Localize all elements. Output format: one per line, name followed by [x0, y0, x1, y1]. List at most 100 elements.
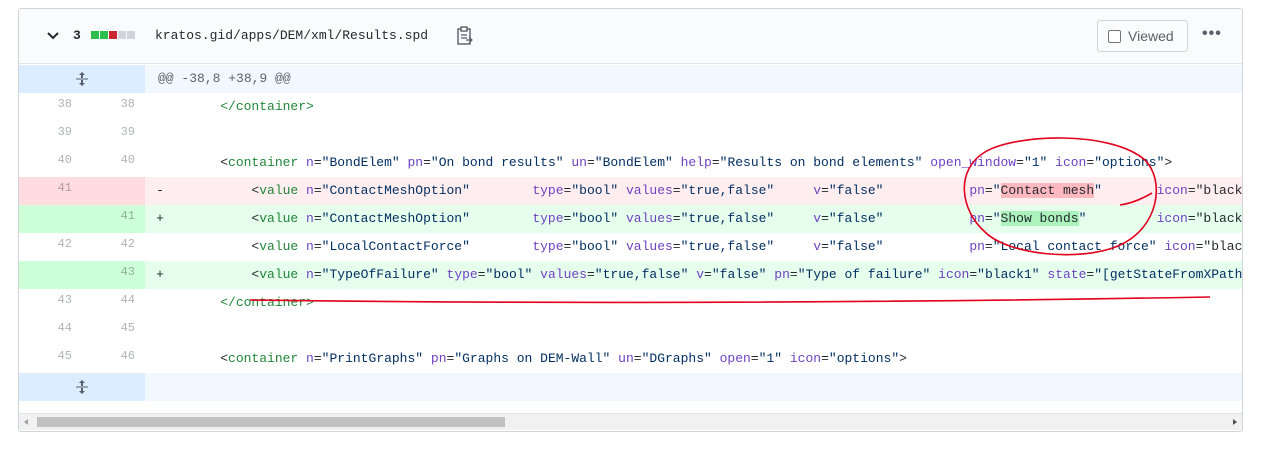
diff-sign: + [145, 205, 169, 233]
code-token: = [984, 239, 993, 254]
code-token: n [306, 155, 314, 170]
code-token: icon [1164, 239, 1196, 254]
code-token: pn [774, 267, 790, 282]
code-token: icon [1156, 211, 1188, 226]
new-line-number[interactable]: 43 [82, 261, 145, 289]
code-token: "options" [828, 351, 900, 366]
code-token: "1" [1023, 155, 1048, 170]
old-line-number[interactable] [19, 261, 82, 289]
code-token: icon [1055, 155, 1087, 170]
code-token: = [313, 267, 322, 282]
context-line-row: 43 44 </container> [19, 289, 1242, 317]
code-token: icon [938, 267, 970, 282]
new-line-number[interactable]: 46 [82, 345, 145, 373]
code-token: "options" [1094, 155, 1165, 170]
context-line-row: 45 46 <container n="PrintGraphs" pn="Grap… [19, 345, 1242, 373]
code-token: = [672, 239, 681, 254]
expand-down-button[interactable] [19, 373, 145, 401]
old-line-number[interactable]: 45 [19, 345, 82, 373]
code-token: pn [969, 239, 985, 254]
code-token: v [813, 211, 822, 226]
code-token: n [306, 267, 314, 282]
scrollbar-thumb[interactable] [37, 417, 505, 427]
code-line: <value n="ContactMeshOption" type="bool"… [169, 205, 1242, 233]
code-token: = [672, 211, 681, 226]
code-token: "false" [828, 239, 884, 254]
code-token: = [821, 183, 829, 198]
code-token: "bool" [571, 183, 619, 198]
new-line-number[interactable]: 42 [82, 233, 145, 261]
arrow-right-icon[interactable] [1230, 417, 1240, 427]
code-line [169, 317, 1242, 345]
code-token: values [625, 211, 673, 226]
clipboard-icon[interactable] [456, 26, 474, 46]
viewed-checkbox[interactable] [1108, 29, 1121, 43]
hunk-footer-text [145, 373, 1242, 401]
file-path-link[interactable]: kratos.gid/apps/DEM/xml/Results.spd [155, 28, 428, 43]
old-line-number[interactable]: 39 [19, 121, 82, 149]
hunk-header-text: @@ -38,8 +38,9 @@ [145, 65, 1242, 93]
code-token: "bool" [571, 239, 619, 254]
old-line-number[interactable]: 44 [19, 317, 82, 345]
chevron-down-icon[interactable] [45, 27, 61, 43]
code-token: = [821, 211, 829, 226]
code-token: pn [969, 183, 985, 198]
code-token: container [228, 351, 299, 366]
code-token: "false" [828, 183, 884, 198]
code-token: state [1047, 267, 1087, 282]
more-options-button[interactable]: ••• [1202, 25, 1222, 45]
new-line-number[interactable]: 40 [82, 149, 145, 177]
code-token: = [313, 183, 322, 198]
viewed-toggle-button[interactable]: Viewed [1097, 20, 1188, 52]
old-line-number[interactable]: 42 [19, 233, 82, 261]
horizontal-scrollbar[interactable] [19, 413, 1242, 430]
new-line-number[interactable]: 38 [82, 93, 145, 121]
old-line-number[interactable]: 41 [19, 177, 82, 205]
new-line-number[interactable]: 39 [82, 121, 145, 149]
new-line-number[interactable] [82, 177, 145, 205]
new-line-number[interactable]: 45 [82, 317, 145, 345]
old-line-number[interactable]: 43 [19, 289, 82, 317]
diffstat-block [118, 31, 126, 39]
code-token: n [306, 211, 314, 226]
code-token: < [189, 239, 260, 254]
old-line-number[interactable]: 38 [19, 93, 82, 121]
code-line: <value n="TypeOfFailure" type="bool" val… [169, 261, 1242, 289]
code-token: "BondElem" [594, 155, 673, 170]
code-line: <container n="PrintGraphs" pn="Graphs on… [169, 345, 1242, 373]
expand-up-button[interactable] [19, 65, 145, 93]
code-token: "[getStateFromXPathValue]" [1094, 267, 1242, 282]
diff-sign [145, 345, 169, 373]
arrow-left-icon[interactable] [21, 417, 31, 427]
old-line-number[interactable]: 40 [19, 149, 82, 177]
code-token: "true,false" [680, 183, 775, 198]
new-line-number[interactable]: 44 [82, 289, 145, 317]
code-token: = [821, 351, 829, 366]
old-line-number[interactable] [19, 205, 82, 233]
new-line-number[interactable]: 41 [82, 205, 145, 233]
code-token: value [259, 239, 299, 254]
code-token: "false" [828, 211, 884, 226]
code-token: container [228, 155, 299, 170]
context-line-row: 39 39 [19, 121, 1242, 149]
code-token: value [259, 183, 299, 198]
diffstat-count: 3 [73, 28, 81, 43]
unfold-icon [76, 72, 88, 86]
file-header: 3 kratos.gid/apps/DEM/xml/Results.spd Vi… [19, 9, 1242, 64]
code-token: = [313, 239, 322, 254]
